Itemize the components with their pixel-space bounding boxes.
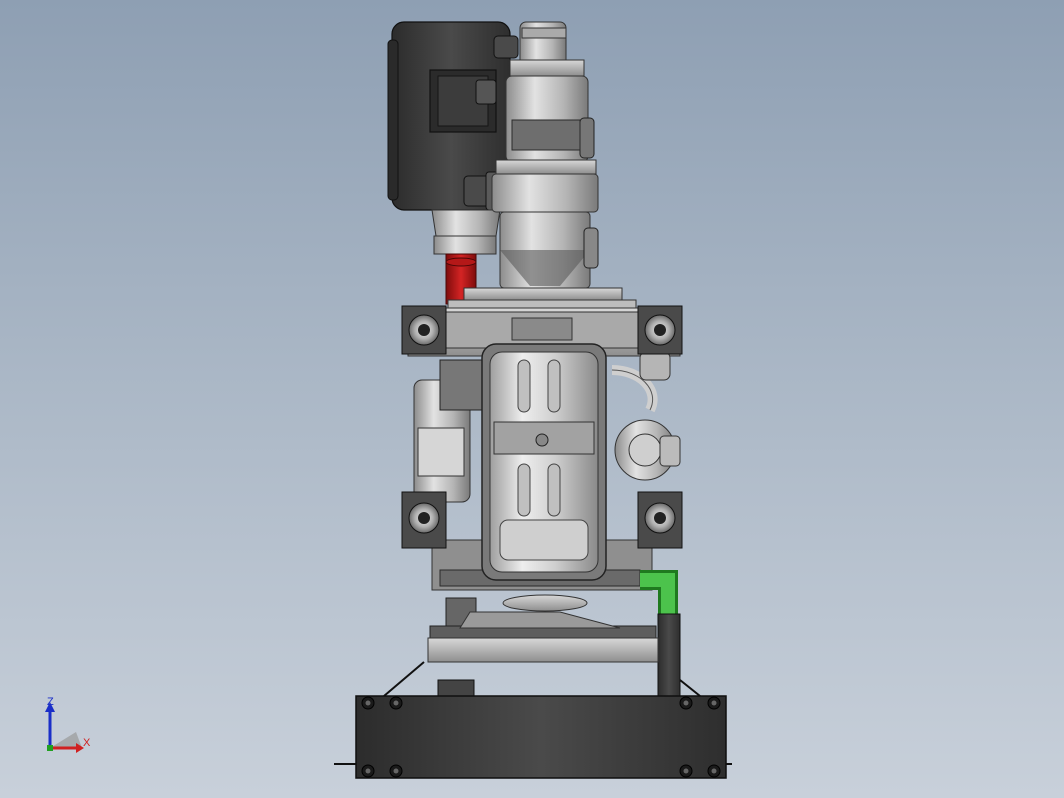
cad-graphics-viewport[interactable]: Z X — [0, 0, 1064, 798]
x-axis-label: X — [83, 737, 91, 749]
engine-top-flange — [447, 287, 637, 311]
coordinate-triad[interactable]: Z X — [38, 692, 108, 762]
air-filter-housing — [387, 21, 519, 255]
oil-pan — [481, 343, 607, 581]
engine-assembly-model[interactable] — [0, 0, 1064, 798]
engine-mount-bottom-right — [637, 491, 683, 549]
y-axis-marker — [47, 745, 53, 751]
z-axis-label: Z — [47, 696, 54, 708]
engine-mount-top-right — [637, 305, 683, 355]
flywheel-disk — [427, 594, 659, 663]
engine-mount-bottom-left — [401, 491, 447, 549]
engine-mount-top-left — [401, 305, 447, 355]
